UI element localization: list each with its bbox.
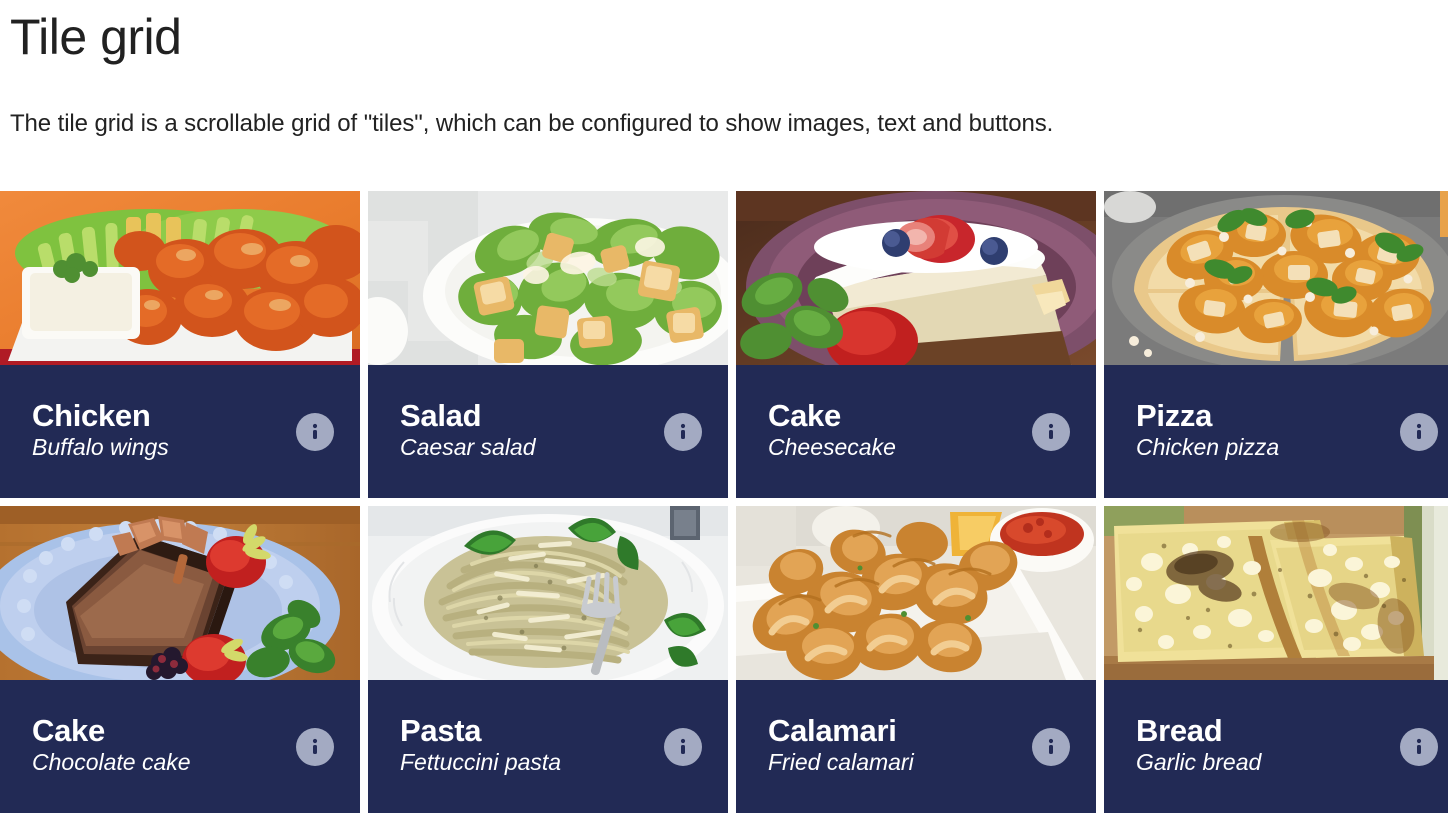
- tile-subtitle: Chocolate cake: [32, 749, 191, 776]
- tile-caption-bread: Bread Garlic bread: [1104, 680, 1448, 813]
- page-description: The tile grid is a scrollable grid of "t…: [10, 110, 1054, 137]
- tile-title: Bread: [1136, 712, 1223, 748]
- tile-subtitle: Garlic bread: [1136, 749, 1262, 776]
- cheesecake-photo: [736, 191, 1096, 365]
- info-button[interactable]: [296, 727, 334, 766]
- tile-subtitle: Caesar salad: [400, 434, 536, 461]
- tile-subtitle: Fried calamari: [768, 749, 914, 776]
- tile-image-salad: [368, 191, 728, 365]
- caption-text: Salad Caesar salad: [400, 397, 664, 464]
- tile-calamari[interactable]: Calamari Fried calamari: [736, 506, 1096, 813]
- tile-bread[interactable]: Bread Garlic bread: [1104, 506, 1448, 813]
- tile-title: Pizza: [1136, 397, 1213, 433]
- tile-cake-chocolate[interactable]: Cake Chocolate cake: [0, 506, 360, 813]
- caption-text: Pizza Chicken pizza: [1136, 397, 1400, 464]
- buffalo-wings-photo: [0, 191, 360, 365]
- tile-pizza[interactable]: Pizza Chicken pizza: [1104, 191, 1448, 498]
- caption-text: Cake Cheesecake: [768, 397, 1032, 464]
- tile-title: Pasta: [400, 712, 482, 748]
- tile-cake-cheesecake[interactable]: Cake Cheesecake: [736, 191, 1096, 498]
- tile-title: Cake: [768, 397, 841, 433]
- info-icon: [1416, 423, 1422, 439]
- tile-caption-chocolate-cake: Cake Chocolate cake: [0, 680, 360, 813]
- tile-grid[interactable]: Chicken Buffalo wings Salad Caesar salad…: [0, 191, 1448, 813]
- tile-subtitle: Buffalo wings: [32, 434, 169, 461]
- info-button[interactable]: [1400, 727, 1438, 766]
- info-button[interactable]: [1032, 412, 1070, 451]
- tile-title: Calamari: [768, 712, 897, 748]
- tile-caption-calamari: Calamari Fried calamari: [736, 680, 1096, 813]
- info-button[interactable]: [1032, 727, 1070, 766]
- info-button[interactable]: [296, 412, 334, 451]
- tile-image-chicken: [0, 191, 360, 365]
- info-button[interactable]: [664, 412, 702, 451]
- tile-chicken[interactable]: Chicken Buffalo wings: [0, 191, 360, 498]
- info-button[interactable]: [1400, 412, 1438, 451]
- info-icon: [1048, 738, 1054, 754]
- info-icon: [1416, 738, 1422, 754]
- tile-caption-chicken: Chicken Buffalo wings: [0, 365, 360, 498]
- chicken-pizza-photo: [1104, 191, 1448, 365]
- info-icon: [312, 423, 318, 439]
- info-icon: [312, 738, 318, 754]
- tile-caption-cheesecake: Cake Cheesecake: [736, 365, 1096, 498]
- caption-text: Calamari Fried calamari: [768, 712, 1032, 779]
- info-button[interactable]: [664, 727, 702, 766]
- tile-image-pizza: [1104, 191, 1448, 365]
- tile-pasta[interactable]: Pasta Fettuccini pasta: [368, 506, 728, 813]
- tile-image-pasta: [368, 506, 728, 680]
- tile-title: Salad: [400, 397, 482, 433]
- tile-image-bread: [1104, 506, 1448, 680]
- caption-text: Pasta Fettuccini pasta: [400, 712, 664, 779]
- fried-calamari-photo: [736, 506, 1096, 680]
- caption-text: Cake Chocolate cake: [32, 712, 296, 779]
- tile-caption-pizza: Pizza Chicken pizza: [1104, 365, 1448, 498]
- tile-image-calamari: [736, 506, 1096, 680]
- info-icon: [1048, 423, 1054, 439]
- page-title: Tile grid: [10, 9, 182, 65]
- chocolate-cake-photo: [0, 506, 360, 680]
- garlic-bread-photo: [1104, 506, 1448, 680]
- tile-caption-salad: Salad Caesar salad: [368, 365, 728, 498]
- tile-caption-pasta: Pasta Fettuccini pasta: [368, 680, 728, 813]
- caption-text: Bread Garlic bread: [1136, 712, 1400, 779]
- caesar-salad-photo: [368, 191, 728, 365]
- tile-image-chocolate-cake: [0, 506, 360, 680]
- caption-text: Chicken Buffalo wings: [32, 397, 296, 464]
- tile-salad[interactable]: Salad Caesar salad: [368, 191, 728, 498]
- info-icon: [680, 423, 686, 439]
- info-icon: [680, 738, 686, 754]
- tile-image-cheesecake: [736, 191, 1096, 365]
- page-header: Tile grid The tile grid is a scrollable …: [0, 0, 1448, 138]
- fettuccini-pasta-photo: [368, 506, 728, 680]
- tile-title: Chicken: [32, 397, 151, 433]
- tile-subtitle: Cheesecake: [768, 434, 896, 461]
- tile-title: Cake: [32, 712, 105, 748]
- tile-subtitle: Chicken pizza: [1136, 434, 1280, 461]
- tile-subtitle: Fettuccini pasta: [400, 749, 562, 776]
